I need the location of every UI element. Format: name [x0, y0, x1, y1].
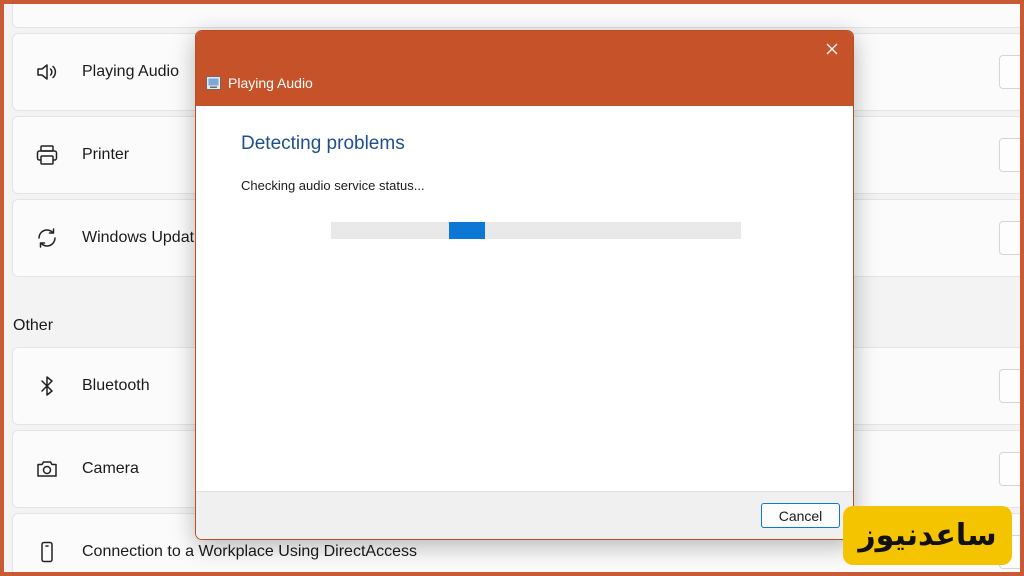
dialog-footer: Cancel	[196, 491, 853, 539]
close-button[interactable]	[819, 37, 845, 61]
bluetooth-icon	[34, 373, 60, 399]
card-label: Printer	[82, 146, 130, 163]
close-icon	[826, 43, 838, 55]
card-label: Connection to a Workplace Using DirectAc…	[82, 543, 417, 560]
progress-chunk	[449, 222, 486, 239]
phone-icon	[34, 539, 60, 565]
status-text: Checking audio service status...	[241, 178, 425, 193]
progress-bar	[331, 222, 741, 239]
run-button[interactable]	[999, 452, 1024, 486]
card-label: Windows Updat	[82, 229, 195, 246]
card-label: Camera	[82, 460, 139, 477]
card-label: Bluetooth	[82, 377, 150, 394]
run-button[interactable]	[999, 138, 1024, 172]
dialog-heading: Detecting problems	[241, 133, 405, 154]
run-button[interactable]	[999, 221, 1024, 255]
troubleshooter-dialog: Playing Audio Detecting problems Checkin…	[195, 30, 854, 540]
camera-icon	[34, 456, 60, 482]
card-label: Playing Audio	[82, 63, 179, 80]
watermark-text: ساعدنیوز	[858, 518, 997, 553]
cancel-button[interactable]: Cancel	[761, 503, 840, 528]
run-button[interactable]	[999, 369, 1024, 403]
printer-icon	[34, 142, 60, 168]
watermark-logo: ساعدنیوز	[843, 506, 1012, 565]
speaker-icon	[34, 59, 60, 85]
refresh-icon	[34, 225, 60, 251]
dialog-title: Playing Audio	[228, 75, 313, 91]
section-title-other: Other	[13, 317, 54, 334]
troubleshooter-app-icon	[206, 76, 221, 90]
dialog-titlebar: Playing Audio	[196, 31, 853, 106]
run-button[interactable]	[999, 55, 1024, 89]
settings-card-top-partial	[12, 0, 1024, 28]
